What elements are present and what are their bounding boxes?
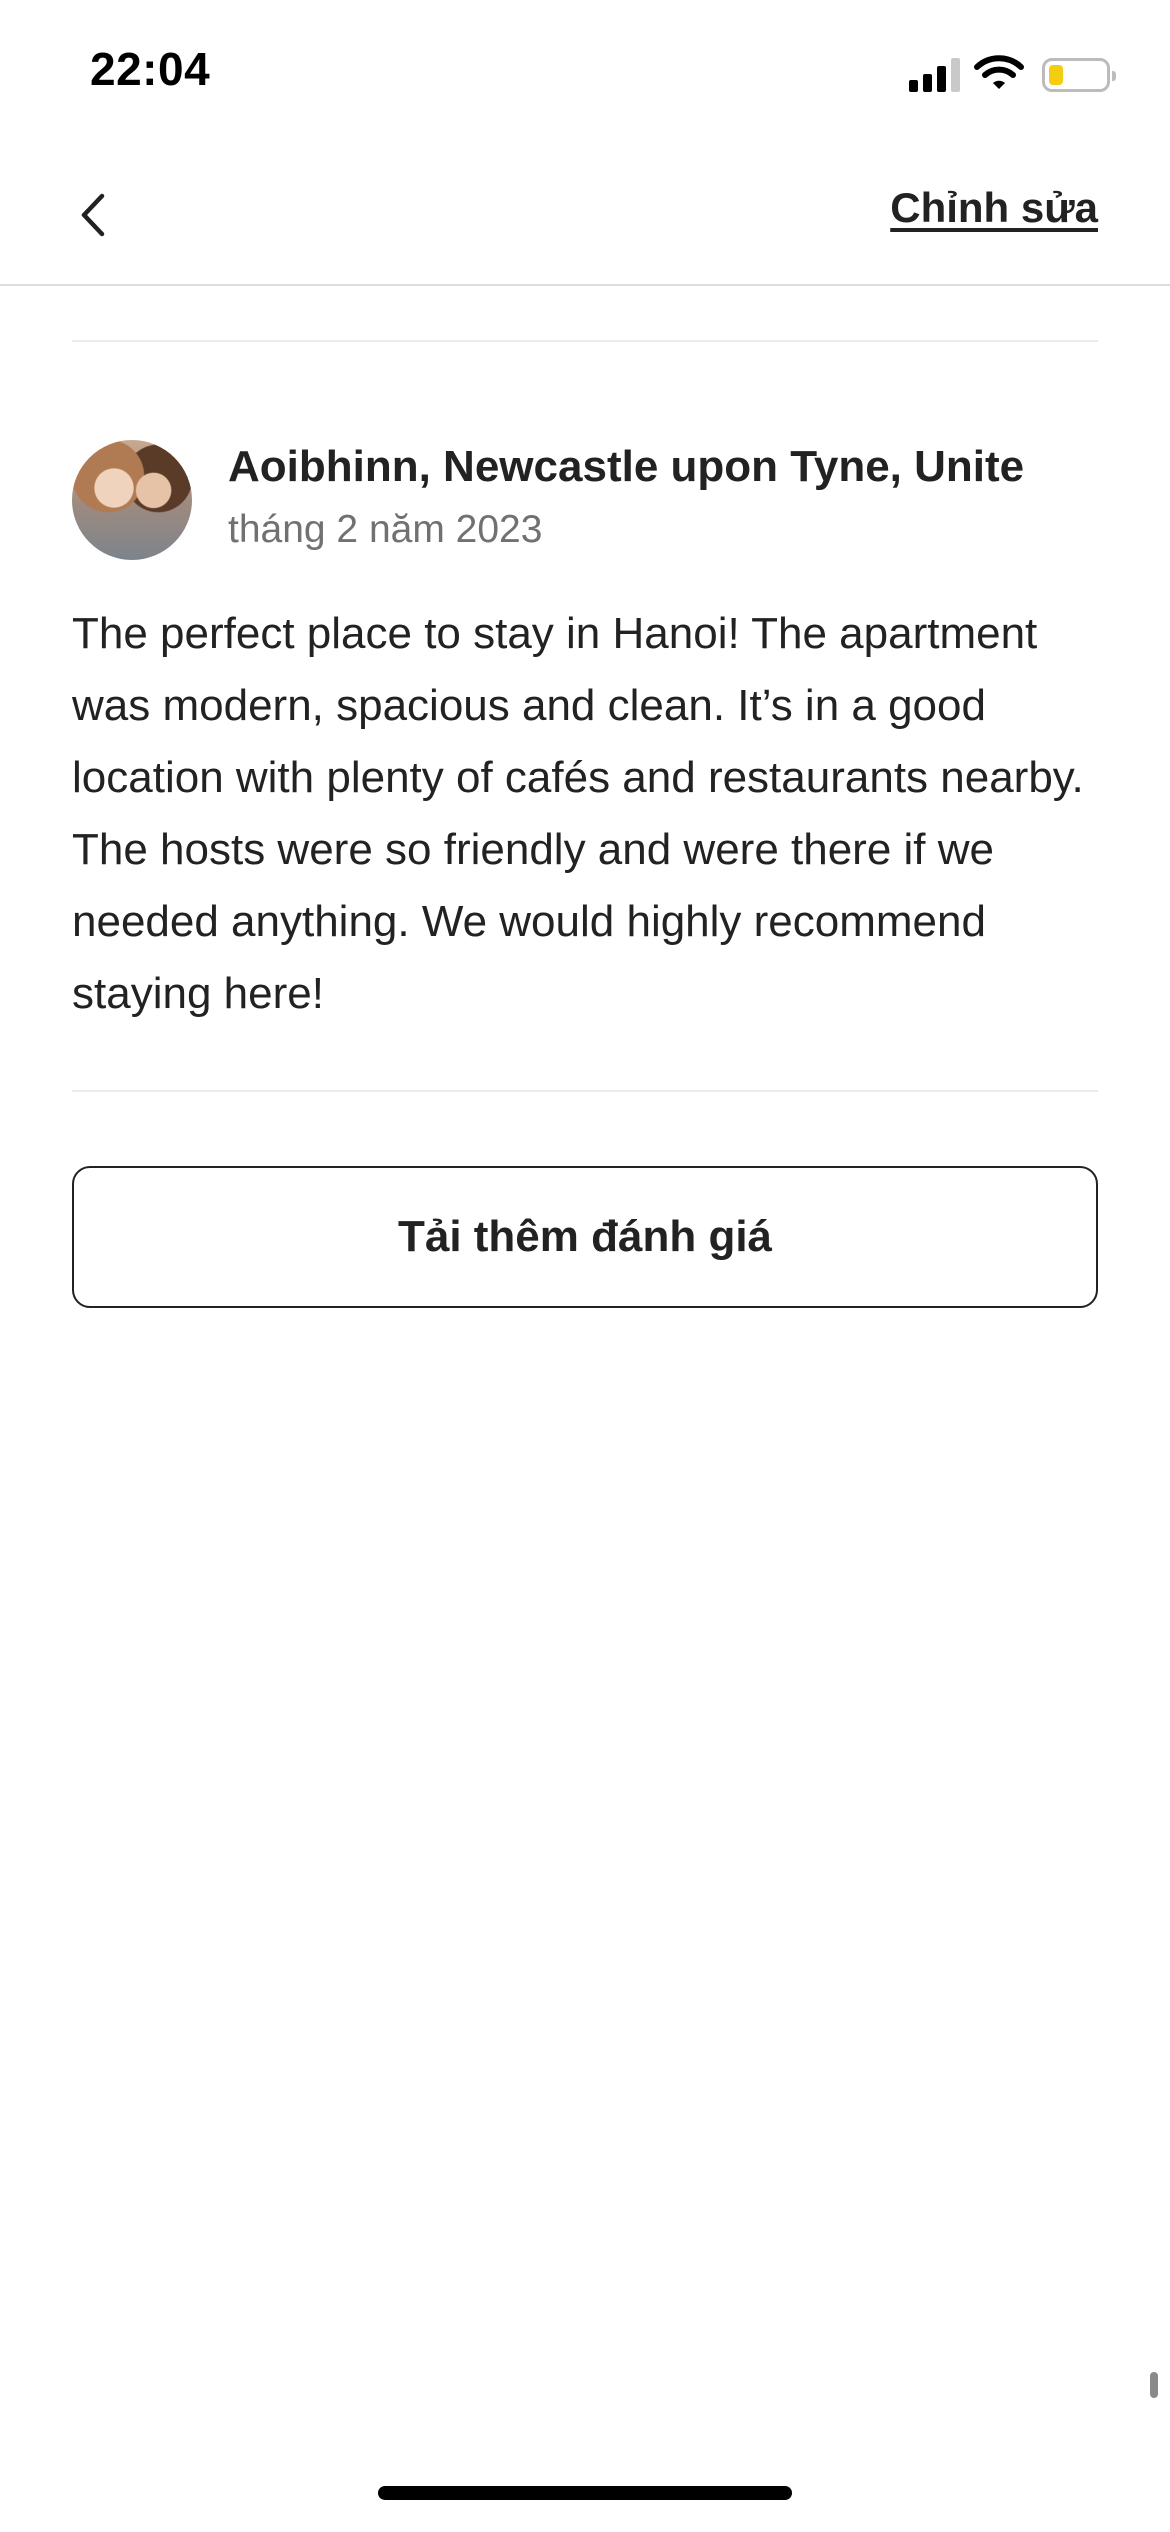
status-icons [909,52,1116,92]
battery-level [1049,65,1063,85]
reviewer-avatar[interactable] [72,440,192,560]
battery-tip [1112,71,1116,81]
review-text: The perfect place to stay in Hanoi! The … [72,609,1084,1018]
load-more-reviews-button[interactable]: Tải thêm đánh giá [72,1166,1098,1308]
back-button[interactable] [58,180,128,250]
status-bar: 22:04 [0,0,1170,140]
cellular-signal-icon [909,56,960,92]
nav-bar: Chỉnh sửa [0,140,1170,286]
screen: 22:04 Chỉnh sửa Aoibhinn, Newcastle upon… [0,0,1170,2532]
status-time: 22:04 [90,43,211,95]
wifi-icon [974,55,1024,89]
chevron-left-icon [81,193,105,237]
edit-link[interactable]: Chỉnh sửa [890,184,1098,232]
review-date: tháng 2 năm 2023 [228,508,543,551]
battery-icon [1042,58,1116,92]
scroll-indicator[interactable] [1150,2372,1158,2398]
reviewer-name: Aoibhinn, Newcastle upon Tyne, Unite [228,442,1025,491]
divider-bottom [72,1090,1098,1092]
divider-top [72,340,1098,342]
home-indicator[interactable] [378,2486,792,2500]
